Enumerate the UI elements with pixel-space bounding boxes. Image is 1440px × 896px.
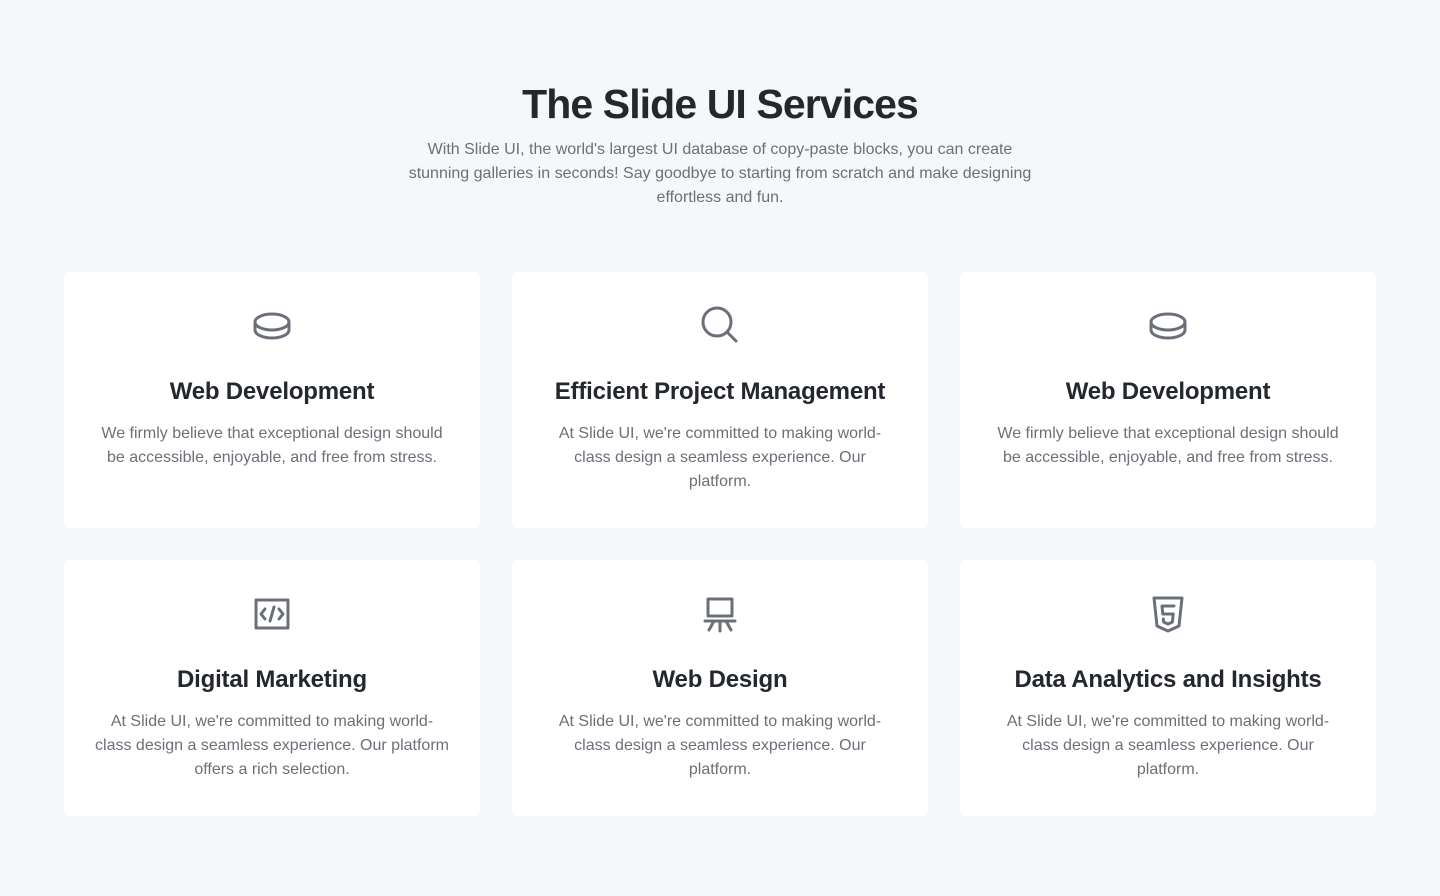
services-grid: Web Development We firmly believe that e…	[64, 272, 1376, 816]
service-card: Efficient Project Management At Slide UI…	[512, 272, 928, 528]
service-description: At Slide UI, we're committed to making w…	[1006, 713, 1330, 778]
page-title: The Slide UI Services	[522, 81, 919, 127]
service-description: At Slide UI, we're committed to making w…	[558, 425, 882, 490]
service-description: We firmly believe that exceptional desig…	[101, 425, 443, 466]
search-icon	[700, 306, 740, 346]
service-card: Data Analytics and Insights At Slide UI,…	[960, 560, 1376, 816]
coin-stack-icon	[252, 306, 292, 346]
code-icon	[252, 594, 292, 634]
service-description: At Slide UI, we're committed to making w…	[95, 713, 449, 778]
service-title: Efficient Project Management	[554, 378, 886, 405]
service-title: Web Development	[1065, 378, 1271, 405]
html5-icon	[1148, 594, 1188, 634]
service-title: Web Development	[169, 378, 375, 405]
section-header: The Slide UI Services With Slide UI, the…	[0, 78, 1440, 210]
service-title: Digital Marketing	[177, 666, 367, 693]
service-title: Web Design	[652, 666, 788, 693]
service-title: Data Analytics and Insights	[1014, 666, 1322, 693]
page-subtitle: With Slide UI, the world's largest UI da…	[408, 141, 1032, 206]
services-section: The Slide UI Services With Slide UI, the…	[0, 0, 1440, 896]
presentation-icon	[700, 594, 740, 634]
service-description: At Slide UI, we're committed to making w…	[558, 713, 882, 778]
service-card: Web Design At Slide UI, we're committed …	[512, 560, 928, 816]
coin-stack-icon	[1148, 306, 1188, 346]
service-card: Web Development We firmly believe that e…	[960, 272, 1376, 528]
service-card: Web Development We firmly believe that e…	[64, 272, 480, 528]
service-description: We firmly believe that exceptional desig…	[997, 425, 1339, 466]
service-card: Digital Marketing At Slide UI, we're com…	[64, 560, 480, 816]
